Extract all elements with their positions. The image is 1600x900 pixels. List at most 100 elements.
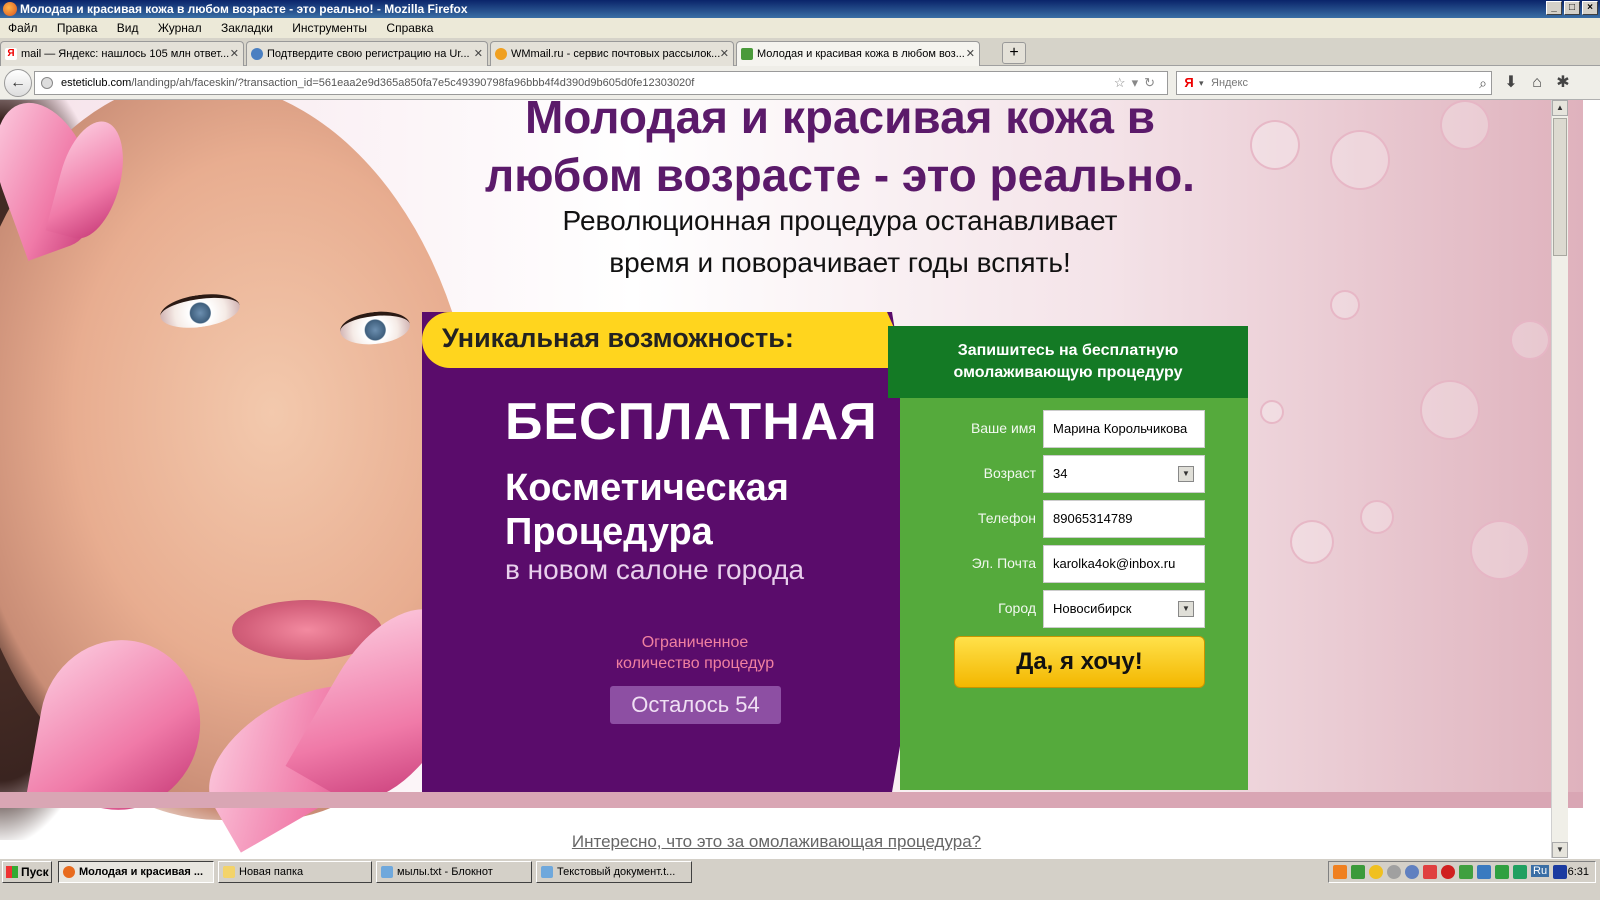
yandex-search-icon[interactable]: Я [1181,75,1197,91]
procedure-title: Косметическая Процедура [505,448,789,554]
procedure-question-link[interactable]: Интересно, что это за омолаживающая проц… [0,832,1553,852]
tab-label: WMmail.ru - сервис почтовых рассылок... [511,48,721,60]
language-indicator[interactable]: Ru [1531,865,1550,877]
page-subheadline: Революционная процедура останавливает вр… [440,200,1240,284]
limited-label: Ограниченное количество процедур [590,632,800,674]
tray-app-icon[interactable] [1495,865,1509,879]
subhead-line1: Революционная процедура останавливает [562,205,1118,236]
tab-active[interactable]: Молодая и красивая кожа в любом воз... ✕ [736,41,980,66]
system-tray: Ru 6:31 [1328,861,1596,883]
menu-edit[interactable]: Правка [49,18,106,38]
tray-app-icon[interactable] [1553,865,1567,879]
tab-yandex[interactable]: Я mail — Яндекс: нашлось 105 млн ответ..… [0,41,244,66]
menu-bookmarks[interactable]: Закладки [213,18,281,38]
scroll-up-icon[interactable]: ▲ [1552,100,1568,116]
close-button[interactable]: × [1582,1,1598,15]
taskbar-item-notepad[interactable]: мылы.txt - Блокнот [376,861,532,883]
menu-help[interactable]: Справка [378,18,441,38]
firefox-icon [3,2,17,16]
window-title: Молодая и красивая кожа в любом возрасте… [20,2,468,16]
menu-history[interactable]: Журнал [150,18,210,38]
search-input[interactable]: Яндекс [1211,77,1248,89]
star-icon[interactable]: ☆ [1114,75,1132,90]
tab-close-icon[interactable]: ✕ [230,42,239,66]
folder-icon [223,866,235,878]
window-titlebar: Молодая и красивая кожа в любом возрасте… [0,0,1600,18]
scroll-thumb[interactable] [1553,118,1567,256]
bubble-decoration [1420,380,1480,440]
page-headline: Молодая и красивая кожа в любом возрасте… [440,100,1240,204]
phone-field[interactable]: 89065314789 [1043,500,1205,538]
tray-app-icon[interactable] [1351,865,1365,879]
menu-bar: Файл Правка Вид Журнал Закладки Инструме… [0,18,1600,38]
email-label: Эл. Почта [971,555,1036,571]
bubble-decoration [1440,100,1490,150]
chevron-down-icon[interactable]: ▼ [1178,601,1194,617]
submit-button[interactable]: Да, я хочу! [954,636,1205,688]
tray-app-icon[interactable] [1459,865,1473,879]
age-select[interactable]: 34 ▼ [1043,455,1205,493]
chevron-down-icon[interactable]: ▼ [1178,466,1194,482]
dropdown-icon[interactable]: ▾ [1132,75,1145,90]
menu-tools[interactable]: Инструменты [284,18,375,38]
menu-view[interactable]: Вид [109,18,147,38]
remaining-counter: Осталось 54 [610,686,781,724]
city-select[interactable]: Новосибирск ▼ [1043,590,1205,628]
tab-label: mail — Яндекс: нашлось 105 млн ответ... [21,48,230,60]
search-icon[interactable]: ⌕ [1479,72,1487,94]
task-label: Текстовый документ.t... [557,866,676,878]
globe-icon [41,77,53,89]
bubble-decoration [1510,320,1550,360]
home-icon[interactable]: ⌂ [1526,72,1548,94]
menu-file[interactable]: Файл [0,18,46,38]
tab-wmmail[interactable]: WMmail.ru - сервис почтовых рассылок... … [490,41,734,66]
taskbar-item-textdoc[interactable]: Текстовый документ.t... [536,861,692,883]
site-icon [741,48,753,60]
notepad-icon [541,866,553,878]
new-tab-button[interactable]: + [1002,42,1026,64]
maximize-button[interactable]: □ [1564,1,1580,15]
page-scrollbar[interactable]: ▲ ▼ [1551,100,1568,858]
limited-line2: количество процедур [615,655,775,672]
name-field[interactable]: Марина Корольчикова [1043,410,1205,448]
tray-app-icon[interactable] [1387,865,1401,879]
tab-confirm[interactable]: Подтвердите свою регистрацию на Ur... ✕ [246,41,488,66]
headline-line1: Молодая и красивая кожа в [524,100,1155,143]
addon-icon[interactable]: ✱ [1552,72,1574,94]
email-field[interactable]: karolka4ok@inbox.ru [1043,545,1205,583]
section-divider [0,792,1583,808]
tray-app-icon[interactable] [1369,865,1383,879]
taskbar-item-firefox[interactable]: Молодая и красивая ... [58,861,214,883]
bubble-decoration [1470,520,1530,580]
yandex-icon: Я [5,48,17,60]
tray-app-icon[interactable] [1477,865,1491,879]
tray-app-icon[interactable] [1513,865,1527,879]
clock: 6:31 [1567,866,1589,878]
start-button[interactable]: Пуск [2,861,52,883]
minimize-button[interactable]: _ [1546,1,1562,15]
tray-app-icon[interactable] [1405,865,1419,879]
windows-flag-icon [6,866,18,878]
url-bar[interactable]: esteticlub.com/landingp/ah/faceskin/?tra… [34,71,1168,95]
chevron-down-icon[interactable]: ▾ [1199,72,1204,94]
tray-app-icon[interactable] [1423,865,1437,879]
bubble-decoration [1330,290,1360,320]
age-label: Возраст [983,465,1036,481]
scroll-down-icon[interactable]: ▼ [1552,842,1568,858]
tray-app-icon[interactable] [1441,865,1455,879]
url-path: /landingp/ah/faceskin/?transaction_id=56… [131,77,695,89]
search-bar[interactable]: Я ▾ Яндекс ⌕ [1176,71,1492,95]
tray-app-icon[interactable] [1333,865,1347,879]
reload-icon[interactable]: ↻ [1144,75,1161,90]
form-heading: Запишитесь на бесплатную омолаживающую п… [888,326,1248,398]
download-icon[interactable]: ⬇ [1500,72,1522,94]
url-domain: esteticlub.com [61,77,132,89]
tab-close-icon[interactable]: ✕ [966,42,975,66]
tab-close-icon[interactable]: ✕ [720,42,729,66]
headline-line2: любом возрасте - это реально. [485,149,1195,201]
taskbar-item-folder[interactable]: Новая папка [218,861,372,883]
tab-close-icon[interactable]: ✕ [474,42,483,66]
back-button[interactable]: ← [4,69,32,97]
phone-label: Телефон [977,510,1036,526]
wmmail-icon [495,48,507,60]
